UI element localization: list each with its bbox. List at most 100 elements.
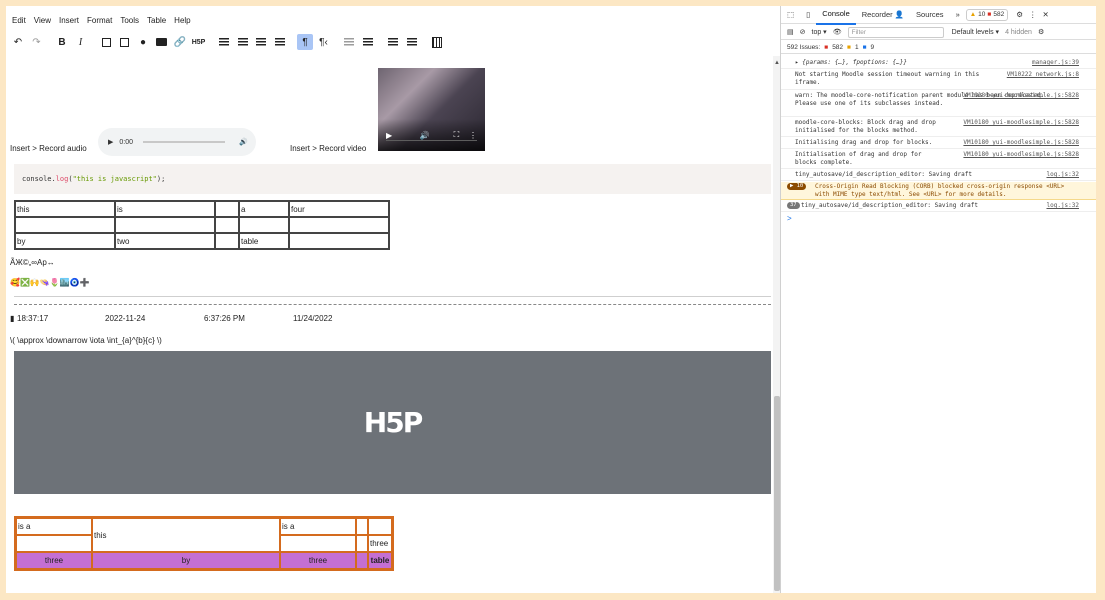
table-cell[interactable] — [15, 217, 115, 233]
console-error-message[interactable]: ▶ 10 Cross-Origin Read Blocking (CORB) b… — [781, 182, 1096, 200]
media-button[interactable] — [117, 34, 133, 50]
console-prompt[interactable]: > — [787, 214, 792, 223]
image-button[interactable] — [98, 34, 114, 50]
menu-edit[interactable]: Edit — [12, 14, 26, 28]
table-cell[interactable] — [239, 217, 289, 233]
indent-button[interactable] — [360, 34, 376, 50]
console-message[interactable]: warn: The moodle-core-notification paren… — [781, 91, 1096, 117]
table-cell[interactable] — [368, 518, 392, 535]
menu-format[interactable]: Format — [87, 14, 112, 28]
source-link[interactable]: log.js:32 — [1046, 202, 1079, 210]
console-message[interactable]: moodle-core-blocks: Block drag and drop … — [781, 118, 1096, 137]
table-cell[interactable] — [356, 552, 368, 569]
h5p-content[interactable]: H5P — [14, 351, 771, 494]
table-cell[interactable]: three — [368, 535, 392, 552]
volume-icon[interactable]: 🔊 — [420, 131, 430, 140]
menu-view[interactable]: View — [34, 14, 51, 28]
editor-content[interactable]: Insert > Record audio ▶ 0:00 🔊 Insert > … — [10, 56, 772, 593]
inspect-element-icon[interactable]: ⬚ — [781, 6, 800, 24]
table-cell[interactable]: by — [92, 552, 280, 569]
rtl-button[interactable]: ¶‹ — [316, 34, 332, 50]
align-center-button[interactable] — [235, 34, 251, 50]
table-cell[interactable]: is — [115, 201, 215, 217]
redo-button[interactable]: ↷ — [29, 34, 45, 50]
editor-scrollbar[interactable]: ▲ — [773, 56, 780, 593]
align-left-button[interactable] — [216, 34, 232, 50]
align-right-button[interactable] — [253, 34, 269, 50]
console-message[interactable]: 37 tiny_autosave/id_description_editor: … — [781, 201, 1096, 212]
undo-button[interactable]: ↶ — [10, 34, 26, 50]
console-filter-input[interactable]: Filter — [847, 26, 944, 38]
kebab-menu-icon[interactable]: ⋮ — [1026, 6, 1040, 24]
table-cell[interactable]: four — [289, 201, 389, 217]
menu-help[interactable]: Help — [174, 14, 190, 28]
table-cell[interactable] — [356, 535, 368, 552]
menu-tools[interactable]: Tools — [120, 14, 139, 28]
issues-bar[interactable]: 592 Issues: ■ 582 ■ 1 ■ 9 — [781, 41, 1096, 54]
source-link[interactable]: manager.js:39 — [1032, 59, 1079, 67]
tab-console[interactable]: Console — [816, 6, 856, 25]
log-levels-dropdown[interactable]: Default levels ▾ — [952, 28, 999, 36]
settings-gear-icon[interactable]: ⚙ — [1008, 6, 1026, 24]
audio-player[interactable]: ▶ 0:00 🔊 — [98, 128, 256, 156]
ltr-button[interactable]: ¶ — [297, 34, 313, 50]
table-cell[interactable]: two — [115, 233, 215, 249]
source-link[interactable]: VM10180 yui-moodlesimple.js:5828 — [963, 139, 1079, 147]
record-audio-button[interactable]: ● — [135, 34, 151, 50]
tab-sources[interactable]: Sources — [910, 6, 950, 24]
audio-progress[interactable] — [143, 141, 226, 143]
table-cell[interactable] — [215, 217, 239, 233]
source-link[interactable]: VM10180 yui-moodlesimple.js:5828 — [963, 92, 1079, 100]
table-cell[interactable] — [289, 233, 389, 249]
volume-icon[interactable]: 🔊 — [239, 138, 248, 146]
tab-recorder[interactable]: Recorder 👤 — [856, 6, 910, 24]
bold-button[interactable]: B — [54, 34, 70, 50]
table-cell[interactable]: three — [280, 552, 356, 569]
console-message[interactable]: tiny_autosave/id_description_editor: Sav… — [781, 170, 1096, 181]
play-icon[interactable]: ▶ — [108, 138, 113, 146]
equation-button[interactable] — [429, 34, 445, 50]
italic-button[interactable]: I — [73, 34, 89, 50]
video-player[interactable]: ▶ 🔊 ⛶ ⋮ — [378, 68, 485, 151]
table-cell[interactable]: by — [15, 233, 115, 249]
console-message[interactable]: Not starting Moodle session timeout warn… — [781, 70, 1096, 90]
source-link[interactable]: VM10180 yui-moodlesimple.js:5828 — [963, 119, 1079, 127]
h5p-button[interactable]: H5P — [191, 34, 207, 50]
align-justify-button[interactable] — [272, 34, 288, 50]
warning-count-badge[interactable]: ▲ 10 ■ 582 — [965, 8, 1009, 21]
table-cell[interactable] — [356, 518, 368, 535]
table-cell[interactable] — [280, 535, 356, 552]
close-icon[interactable]: ✕ — [1039, 6, 1051, 24]
table-cell[interactable] — [16, 535, 92, 552]
clear-console-icon[interactable]: ⊘ — [800, 28, 806, 36]
bullet-list-button[interactable] — [385, 34, 401, 50]
menu-insert[interactable]: Insert — [59, 14, 79, 28]
table-cell[interactable]: table — [239, 233, 289, 249]
table-cell[interactable]: three — [16, 552, 92, 569]
table-cell[interactable]: a — [239, 201, 289, 217]
table-cell[interactable]: this — [92, 518, 280, 552]
console-message[interactable]: Initialising drag and drop for blocks. V… — [781, 138, 1096, 149]
table-cell[interactable]: table — [368, 552, 392, 569]
source-link[interactable]: VM10180 yui-moodlesimple.js:5828 — [963, 151, 1079, 159]
play-icon[interactable]: ▶ — [386, 131, 392, 140]
table-cell[interactable] — [289, 217, 389, 233]
device-toggle-icon[interactable]: ▯ — [800, 6, 816, 24]
numbered-list-button[interactable] — [404, 34, 420, 50]
source-link[interactable]: VM10222 network.js:8 — [1007, 71, 1079, 79]
outdent-button[interactable] — [341, 34, 357, 50]
table-cell[interactable]: is a — [16, 518, 92, 535]
console-message[interactable]: ▸ {params: {…}, fpoptions: {…}} manager.… — [781, 58, 1096, 69]
fullscreen-icon[interactable]: ⛶ — [454, 130, 460, 140]
table-cell[interactable] — [215, 201, 239, 217]
table-cell[interactable]: is a — [280, 518, 356, 535]
live-expression-eye-icon[interactable]: 👁 — [833, 28, 842, 36]
console-settings-gear-icon[interactable]: ⚙ — [1038, 28, 1044, 36]
more-icon[interactable]: ⋮ — [469, 131, 477, 140]
source-link[interactable]: log.js:32 — [1046, 171, 1079, 179]
table-cell[interactable] — [115, 217, 215, 233]
console-message[interactable]: Initialisation of drag and drop for bloc… — [781, 150, 1096, 169]
menu-table[interactable]: Table — [147, 14, 166, 28]
sidebar-toggle-icon[interactable]: ▤ — [787, 28, 794, 36]
context-selector[interactable]: top ▾ — [812, 28, 827, 36]
